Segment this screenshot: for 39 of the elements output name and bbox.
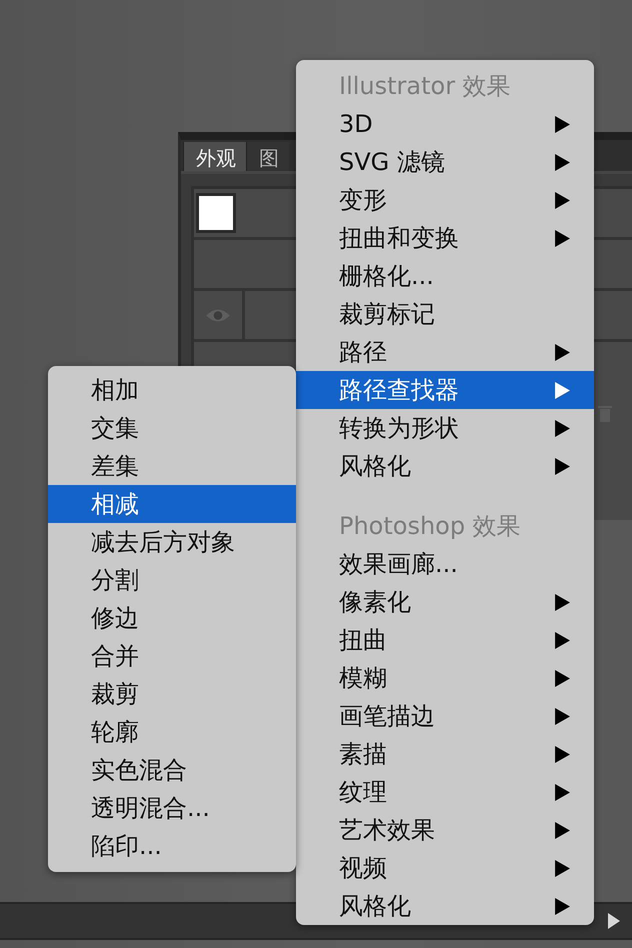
menu-item[interactable]: 实色混合	[48, 751, 296, 789]
menu-item[interactable]: 效果画廊...	[296, 545, 594, 583]
menu-item[interactable]: 路径查找器	[296, 371, 594, 409]
menu-item[interactable]: 差集	[48, 447, 296, 485]
menu-item[interactable]: 像素化	[296, 583, 594, 621]
menu-item[interactable]: 合并	[48, 637, 296, 675]
menu-item[interactable]: 风格化	[296, 887, 594, 925]
menu-item[interactable]: 减去后方对象	[48, 523, 296, 561]
menu-item[interactable]: 轮廓	[48, 713, 296, 751]
menu-item[interactable]: 相加	[48, 371, 296, 409]
menu-item[interactable]: 交集	[48, 409, 296, 447]
menu-item[interactable]: 裁剪	[48, 675, 296, 713]
menu-item[interactable]: 路径	[296, 333, 594, 371]
menu-item[interactable]: 艺术效果	[296, 811, 594, 849]
menu-item[interactable]: 陷印...	[48, 827, 296, 865]
menu-item[interactable]: 转换为形状	[296, 409, 594, 447]
menu-item[interactable]: 分割	[48, 561, 296, 599]
menu-item[interactable]: 模糊	[296, 659, 594, 697]
menu-section-header: Photoshop 效果	[338, 511, 522, 542]
menu-section-header: Illustrator 效果	[338, 71, 512, 102]
menu-item[interactable]: 扭曲	[296, 621, 594, 659]
menu-item[interactable]: 风格化	[296, 447, 594, 485]
menu-item[interactable]: 3D	[296, 105, 594, 143]
menu-item[interactable]: 画笔描边	[296, 697, 594, 735]
menu-item[interactable]: 扭曲和变换	[296, 219, 594, 257]
menu-item[interactable]: 裁剪标记	[296, 295, 594, 333]
menu-item[interactable]: 栅格化...	[296, 257, 594, 295]
menu-item[interactable]: 修边	[48, 599, 296, 637]
menu-item[interactable]: 相减	[48, 485, 296, 523]
panel-tab[interactable]: 图	[246, 142, 289, 171]
play-icon[interactable]	[608, 913, 620, 929]
menu-item[interactable]: 素描	[296, 735, 594, 773]
fill-swatch[interactable]	[196, 193, 236, 233]
menu-item[interactable]: 透明混合...	[48, 789, 296, 827]
menu-item[interactable]: SVG 滤镜	[296, 143, 594, 181]
panel-tab[interactable]: 外观	[183, 142, 246, 171]
menu-item[interactable]: 纹理	[296, 773, 594, 811]
menu-item[interactable]: 视频	[296, 849, 594, 887]
menu-item[interactable]: 变形	[296, 181, 594, 219]
